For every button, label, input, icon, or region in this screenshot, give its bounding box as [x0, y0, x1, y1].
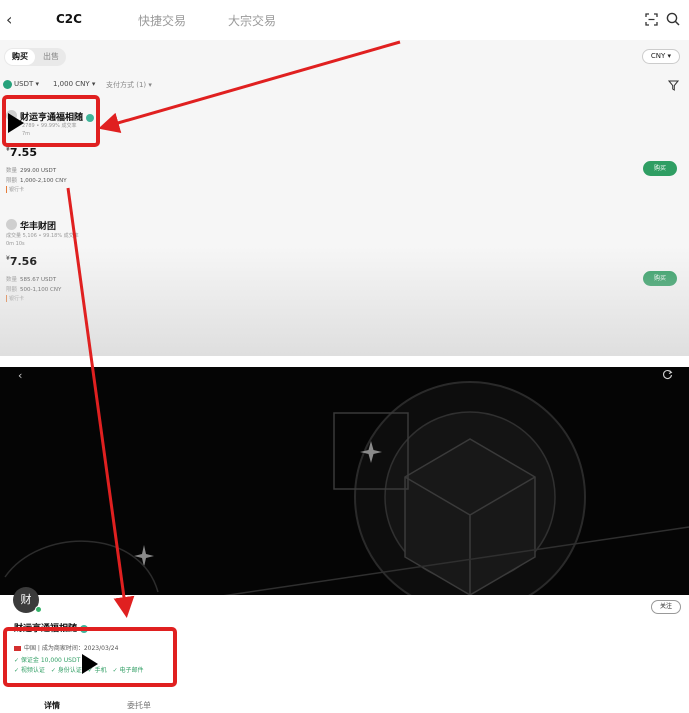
tab-details[interactable]: 详情 [44, 700, 60, 711]
buy-button[interactable]: 购买 [643, 271, 677, 286]
ad-quantity: 数量 585.67 USDT [6, 277, 57, 283]
payment-method: 银行卡 [6, 186, 24, 193]
china-flag-icon [14, 646, 21, 651]
merchant-stats: 2789 • 99.99% 成交率 [22, 123, 77, 129]
payment-filter[interactable]: 支付方式 (1) ▾ [106, 80, 152, 90]
security-deposit: ✓ 保证金 10,000 USDT [14, 657, 81, 664]
merchant-avatar [6, 219, 17, 230]
back-chevron-icon[interactable]: ‹ [18, 369, 22, 382]
funnel-filter-icon[interactable] [668, 80, 679, 91]
cert-email: ✓ 电子邮件 [112, 667, 144, 674]
ad-quantity: 数量 299.00 USDT [6, 168, 57, 174]
sell-segment[interactable]: 出售 [38, 49, 64, 65]
amount-filter[interactable]: 1,000 CNY ▾ [53, 80, 95, 88]
search-icon[interactable] [666, 12, 680, 26]
merchant-name: 财运亨通福相随 [14, 621, 89, 634]
verified-badge-icon [86, 113, 95, 122]
tab-quick-trade[interactable]: 快捷交易 [138, 12, 186, 29]
buy-segment[interactable]: 购买 [5, 49, 35, 65]
verified-badge-icon [80, 624, 89, 633]
back-chevron-icon[interactable]: ‹ [6, 10, 22, 30]
usdt-icon [3, 80, 12, 89]
play-cursor-icon [8, 113, 24, 133]
tab-block-trade[interactable]: 大宗交易 [228, 12, 276, 29]
tab-orders[interactable]: 委托单 [127, 700, 151, 711]
buy-sell-toggle: 购买 出售 [4, 48, 66, 66]
banner-illustration [4, 381, 689, 595]
ad-price: ¥7.56 [6, 255, 37, 268]
response-time: 0m 10s [6, 241, 25, 247]
follow-button[interactable]: 关注 [651, 600, 681, 614]
profile-banner: ‹ [0, 367, 689, 595]
online-status-dot [35, 606, 42, 613]
certifications-row: ✓ 视频认证 ✓ 身份认证 ✓ 手机 ✓ 电子邮件 [14, 665, 148, 674]
merchant-region-since: 中国 | 成为商家时间：2023/03/24 [14, 643, 118, 652]
tab-c2c[interactable]: C2C [56, 12, 82, 26]
cert-identity: ✓ 身份认证 [50, 667, 82, 674]
ad-limit: 限额 1,000-2,100 CNY [6, 178, 67, 184]
refresh-icon[interactable] [662, 369, 673, 380]
c2c-screen: ‹ C2C 快捷交易 大宗交易 购买 出售 CNY ▾ USDT ▾ 1,000… [0, 0, 689, 356]
fiat-currency-select[interactable]: CNY ▾ [642, 49, 680, 64]
merchant-profile-screen: ‹ 财 关注 财运亨通福相随 中国 | 成为商家时间：2023/03/24 ✓ … [0, 367, 689, 713]
ad-limit: 限额 500-1,100 CNY [6, 287, 62, 293]
scan-icon[interactable] [645, 13, 658, 26]
cert-video: ✓ 视频认证 [14, 667, 45, 674]
payment-method: 银行卡 [6, 295, 24, 302]
merchant-name[interactable]: 华丰财团 [20, 219, 56, 232]
play-cursor-icon [82, 654, 98, 674]
buy-button[interactable]: 购买 [643, 161, 677, 176]
divider [0, 356, 689, 367]
top-nav-bar: ‹ C2C 快捷交易 大宗交易 [0, 0, 689, 40]
ad-price: ¥7.55 [6, 146, 37, 159]
merchant-stats: 成交量 5,106 • 99.18% 成交率 [6, 233, 79, 239]
asset-filter[interactable]: USDT ▾ [14, 80, 39, 88]
